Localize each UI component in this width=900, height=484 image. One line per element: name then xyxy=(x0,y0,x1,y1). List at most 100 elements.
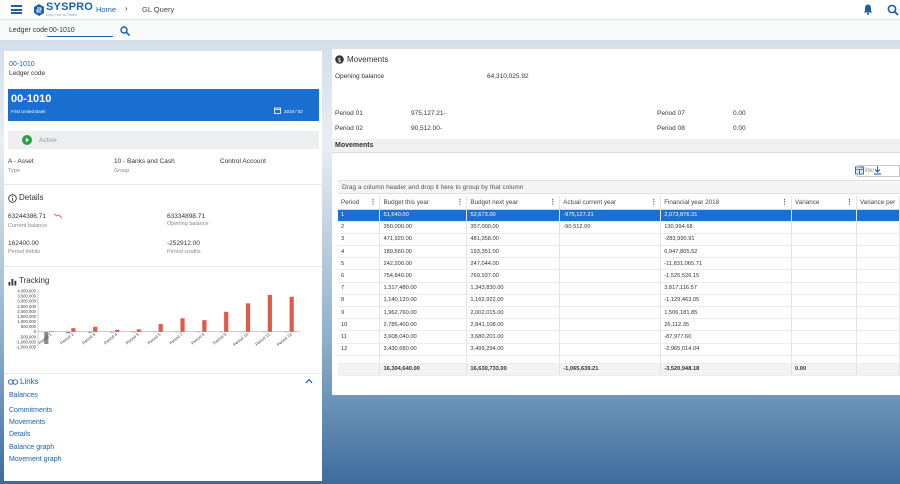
total-cell: 0.00 xyxy=(791,362,857,376)
movements-table: Period ⋮ Budget this year ⋮ Budget next ye… xyxy=(338,196,900,376)
chart-bar[interactable] xyxy=(93,326,98,332)
column-header-actual-current-year[interactable]: Actual current year ⋮ xyxy=(559,196,662,210)
period-debits-label: Period debits xyxy=(8,249,41,255)
current-balance-value: 63244386.71 xyxy=(8,213,46,220)
table-cell xyxy=(856,257,900,271)
column-menu-icon[interactable]: ⋮ xyxy=(456,198,463,206)
table-cell xyxy=(856,330,900,344)
link-details[interactable]: Details xyxy=(9,431,30,438)
table-row[interactable]: 5 242,200.00 247,044.00 -11,831,065.71 xyxy=(338,257,900,271)
table-cell: 4 xyxy=(338,245,381,259)
table-cell: 481,358.00 xyxy=(466,233,561,247)
table-spacer-cell xyxy=(660,355,793,364)
period-07-label: Period 07 xyxy=(657,110,685,117)
period-08-label: Period 08 xyxy=(657,125,685,132)
table-cell xyxy=(791,294,857,308)
menu-icon[interactable] xyxy=(11,5,22,14)
column-header-financial-year[interactable]: Financial year 2018 ⋮ xyxy=(660,196,793,210)
ledger-code-input[interactable] xyxy=(47,25,113,37)
table-cell: 130,994.68 xyxy=(660,221,793,234)
chart-bar[interactable] xyxy=(267,294,272,332)
table-row[interactable]: 12 3,430,680.00 3,499,294.00 -2,965,014.04 xyxy=(338,343,900,356)
chart-bar[interactable] xyxy=(245,303,251,332)
account-code-link[interactable]: 00-1010 xyxy=(9,61,35,68)
details-heading: Details xyxy=(19,193,44,202)
link-movement-graph[interactable]: Movement graph xyxy=(9,456,62,463)
table-cell: 3 xyxy=(338,233,381,247)
tracking-chart: 4,000,0003,500,0003,000,0002,500,0002,00… xyxy=(16,289,300,350)
link-balances[interactable]: Balances xyxy=(9,392,38,399)
x-tick-label: Period 12 xyxy=(276,331,293,347)
card-subtitle: First United Bank xyxy=(11,109,46,114)
search-icon[interactable] xyxy=(120,26,130,36)
link-movements[interactable]: Movements xyxy=(9,419,45,426)
filter-input[interactable]: Filter xyxy=(857,165,900,177)
breadcrumb-home[interactable]: Home xyxy=(96,5,116,14)
table-row[interactable]: 4 189,560.00 193,351.00 6,947,805.52 xyxy=(338,245,900,259)
table-totals-row: 16,304,640.00 16,630,733.00 -1,065,639.21-… xyxy=(338,362,900,376)
table-cell xyxy=(856,233,900,247)
table-row[interactable]: 10 2,785,400.00 2,841,108.00 26,112.35 xyxy=(338,318,900,332)
column-menu-icon[interactable]: ⋮ xyxy=(781,198,788,206)
link-balance-graph[interactable]: Balance graph xyxy=(9,444,54,451)
chart-bar[interactable] xyxy=(202,320,207,332)
column-header-variance[interactable]: Variance ⋮ xyxy=(791,196,857,210)
table-cell: -11,831,065.71 xyxy=(660,257,793,271)
column-header-variance-per[interactable]: Variance per xyxy=(856,196,900,210)
chart-bar[interactable] xyxy=(49,331,54,332)
table-cell: 1,506,181.85 xyxy=(660,306,793,320)
table-row[interactable]: 3 471,920.00 481,358.00 -283,990.91 xyxy=(338,233,900,247)
table-row[interactable]: 2 350,000.00 357,000.00 -90,512.00 130,994.6… xyxy=(338,221,900,234)
table-cell: 1,140,120.00 xyxy=(379,294,468,308)
bell-icon[interactable] xyxy=(863,4,873,15)
movements-grid-window: Movements Filter Drag a column header an… xyxy=(332,139,900,395)
chart-bar[interactable] xyxy=(114,329,120,332)
column-menu-icon[interactable]: ⋮ xyxy=(549,198,556,206)
ledger-code-label: Ledger code xyxy=(9,27,48,34)
chart-bar[interactable] xyxy=(180,318,185,332)
table-cell xyxy=(856,209,900,222)
opening-balance-value: 63334898.71 xyxy=(167,213,205,220)
chart-bar[interactable] xyxy=(71,328,76,332)
table-row[interactable]: 8 1,140,120.00 1,162,922.00 -1,129,463.05 xyxy=(338,294,900,308)
column-header-budget-this-year[interactable]: Budget this year ⋮ xyxy=(379,196,468,210)
table-row[interactable]: 1 51,640.00 52,673.00 -975,127.21 2,073,876.… xyxy=(338,209,900,222)
link-commitments[interactable]: Commitments xyxy=(9,407,52,414)
table-cell xyxy=(856,306,900,320)
table-row[interactable]: 11 3,608,040.00 3,680,201.00 -87,977.60 xyxy=(338,330,900,344)
column-menu-icon[interactable]: ⋮ xyxy=(846,198,853,206)
table-row[interactable]: 7 1,317,480.00 1,343,830.00 3,817,116.57 xyxy=(338,282,900,295)
period-01-value: 975,127.21- xyxy=(411,110,446,117)
chart-bar[interactable] xyxy=(158,324,163,332)
table-cell: 6,947,805.52 xyxy=(660,245,793,259)
table-cell: 3,430,680.00 xyxy=(379,343,468,356)
table-row[interactable]: 6 754,840.00 769,937.00 -1,525,526.15 xyxy=(338,269,900,283)
column-header-budget-next-year[interactable]: Budget next year ⋮ xyxy=(466,196,561,210)
table-cell xyxy=(791,282,857,295)
table-cell xyxy=(559,269,662,283)
play-icon[interactable] xyxy=(22,135,32,145)
table-row[interactable]: 9 1,962,760.00 2,002,015.00 1,506,181.85 xyxy=(338,306,900,320)
column-header-period[interactable]: Period ⋮ xyxy=(338,196,381,210)
brand-name: SYSPRO xyxy=(46,1,94,13)
period-01-label: Period 01 xyxy=(335,110,363,117)
table-cell xyxy=(559,245,662,259)
group-by-drop-zone[interactable]: Drag a column header and drop it here to… xyxy=(338,180,900,194)
chart-bar[interactable] xyxy=(224,311,229,332)
window-title-bar[interactable]: Movements xyxy=(332,139,900,153)
calendar-icon[interactable] xyxy=(274,107,281,114)
table-cell: 2 xyxy=(338,221,381,234)
search-icon[interactable] xyxy=(887,4,899,16)
group-label: Group xyxy=(114,168,130,174)
group-value: 10 - Banks and Cash xyxy=(114,158,175,165)
card-title: 00-1010 xyxy=(11,93,52,105)
chart-bar[interactable] xyxy=(136,329,141,332)
column-menu-icon[interactable]: ⋮ xyxy=(650,198,657,206)
chevron-up-icon[interactable] xyxy=(305,378,313,384)
logo-mark-icon xyxy=(34,4,44,16)
info-icon xyxy=(8,194,17,203)
chart-bar[interactable] xyxy=(289,296,294,332)
table-cell: 1,962,760.00 xyxy=(379,306,468,320)
table-cell: 2,073,876.31 xyxy=(660,209,793,222)
column-menu-icon[interactable]: ⋮ xyxy=(369,198,376,206)
